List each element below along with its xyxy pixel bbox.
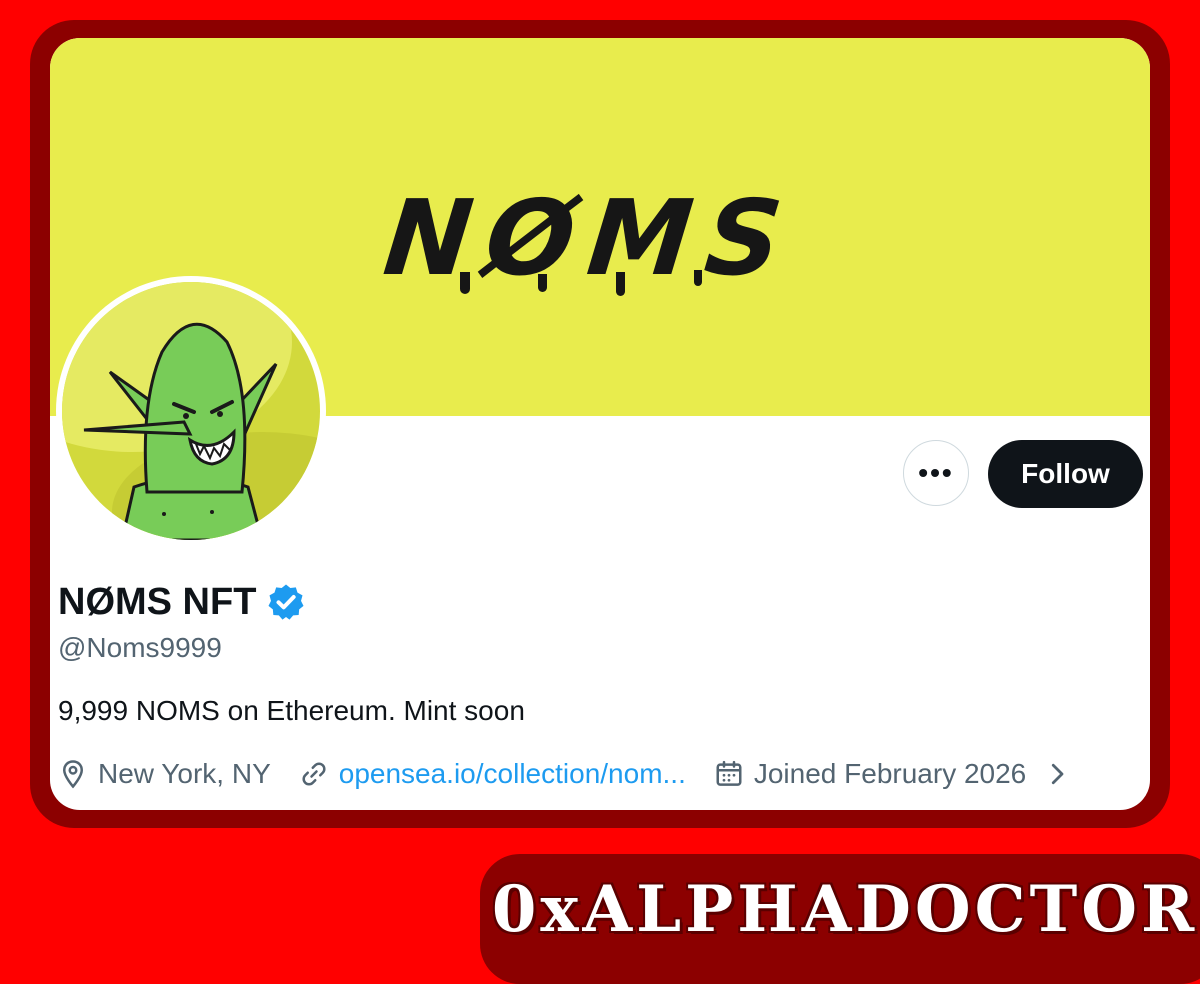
- calendar-icon: [716, 760, 742, 786]
- name-row: NØMS NFT: [58, 580, 306, 624]
- more-options-button[interactable]: •••: [903, 440, 969, 506]
- watermark-text: 0xALPHADOCTOR: [491, 871, 1199, 947]
- profile-card: NØMS ••• Follow NØMS NFT @Noms9999 9,999…: [50, 38, 1150, 810]
- website-link[interactable]: opensea.io/collection/nom...: [339, 758, 686, 790]
- banner-logo-text: NØMS: [378, 177, 802, 299]
- profile-handle: @Noms9999: [58, 632, 222, 663]
- link-icon: [302, 762, 326, 786]
- profile-bio: 9,999 NOMS on Ethereum. Mint soon: [58, 695, 525, 726]
- location-item: New York, NY: [58, 758, 271, 790]
- banner-logo: NØMS: [379, 168, 802, 308]
- location-pin-icon: [62, 760, 84, 789]
- joined-text: Joined February 2026: [753, 758, 1027, 789]
- joined-item[interactable]: Joined February 2026: [714, 758, 1072, 790]
- chevron-right-icon: [1042, 759, 1072, 789]
- follow-button[interactable]: Follow: [988, 440, 1143, 508]
- verified-badge-icon[interactable]: [266, 582, 306, 622]
- location-text: New York, NY: [98, 758, 271, 789]
- profile-meta: New York, NY opensea.io/collection/nom..…: [58, 754, 1100, 794]
- goblin-avatar-icon: [62, 282, 320, 540]
- profile-name: NØMS NFT: [58, 580, 257, 623]
- avatar[interactable]: [56, 276, 326, 546]
- website-item: opensea.io/collection/nom...: [299, 758, 686, 790]
